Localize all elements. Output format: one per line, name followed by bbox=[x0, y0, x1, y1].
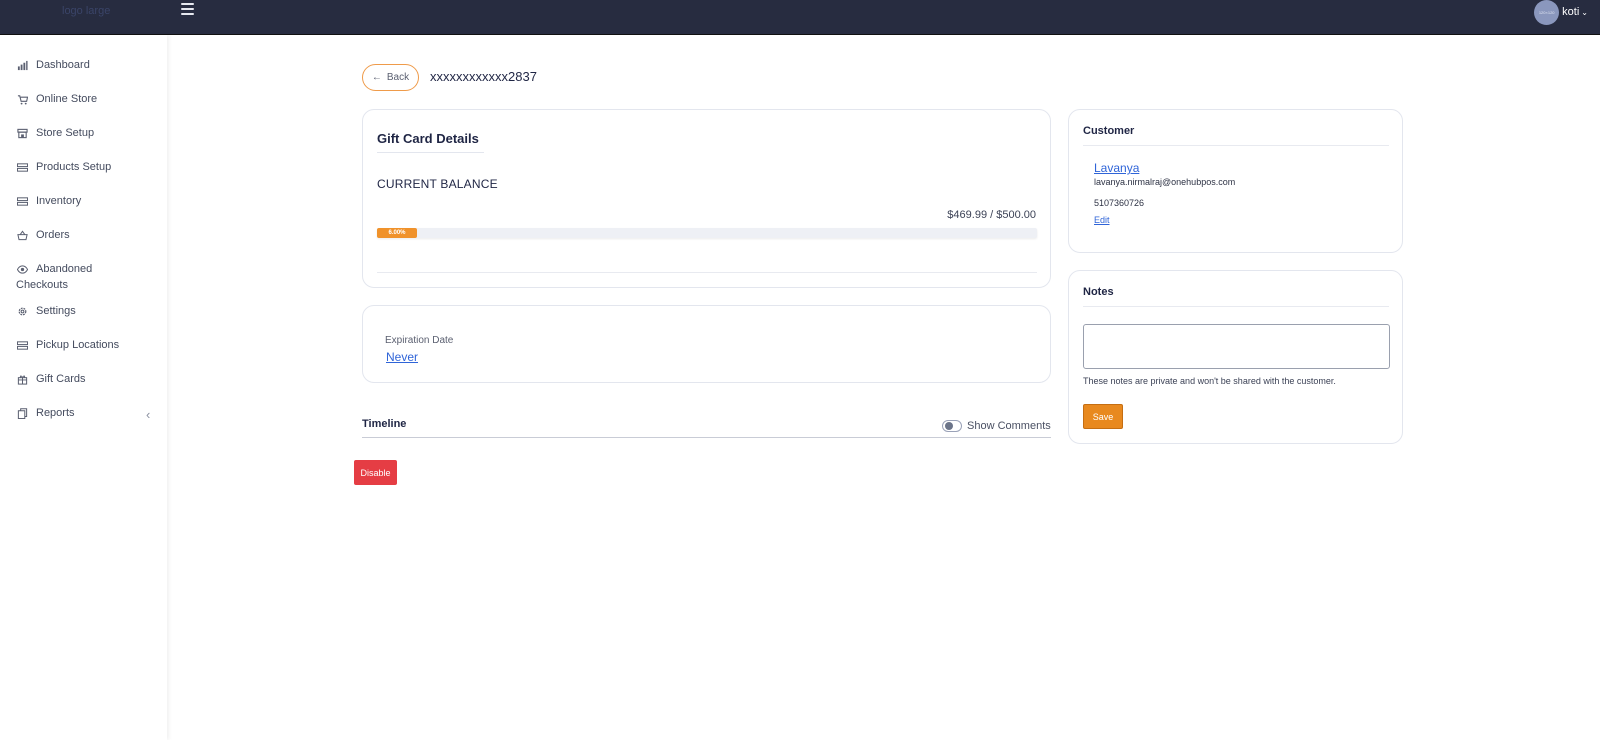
sidebar-item-label: Pickup Locations bbox=[36, 339, 120, 351]
store-icon bbox=[16, 127, 28, 139]
back-label: Back bbox=[386, 72, 410, 83]
sidebar-item-label: Online Store bbox=[36, 93, 98, 105]
customer-name-link[interactable]: Lavanya bbox=[1094, 161, 1139, 175]
hamburger-menu-icon[interactable] bbox=[181, 3, 195, 15]
sidebar-item-store-setup[interactable]: Store Setup bbox=[16, 127, 94, 139]
sidebar-item-label: Gift Cards bbox=[36, 373, 86, 385]
show-comments-label[interactable]: Show Comments bbox=[967, 420, 1051, 432]
server-icon bbox=[16, 339, 28, 351]
user-name: koti bbox=[1562, 6, 1580, 18]
sidebar-item-orders[interactable]: Orders bbox=[16, 229, 70, 241]
expiration-value-link[interactable]: Never bbox=[386, 350, 418, 364]
timeline-title: Timeline bbox=[362, 418, 407, 430]
balance-progress-fill: 6.00% bbox=[377, 228, 417, 238]
user-menu[interactable]: 120×120 koti ⌄ bbox=[1534, 0, 1588, 25]
sidebar-item-dashboard[interactable]: Dashboard bbox=[16, 59, 90, 71]
sidebar-item-gift-cards[interactable]: Gift Cards bbox=[16, 373, 86, 385]
expiration-card: Expiration Date Never bbox=[362, 305, 1051, 383]
notes-card: Notes These notes are private and won't … bbox=[1068, 270, 1403, 444]
avatar: 120×120 bbox=[1534, 0, 1560, 25]
current-balance-label: CURRENT BALANCE bbox=[377, 177, 498, 191]
logo: logo large bbox=[62, 5, 111, 17]
notes-textarea[interactable] bbox=[1083, 324, 1390, 369]
sidebar-item-label: Inventory bbox=[36, 195, 82, 207]
divider bbox=[1083, 145, 1389, 146]
page-title: xxxxxxxxxxxx2837 bbox=[430, 69, 537, 84]
balance-amount: $469.99 / $500.00 bbox=[947, 209, 1036, 221]
disable-button[interactable]: Disable bbox=[354, 460, 397, 485]
sidebar-item-label: Checkouts bbox=[16, 279, 68, 291]
sidebar-item-label: Store Setup bbox=[36, 127, 95, 139]
back-button[interactable]: ← Back bbox=[362, 64, 419, 91]
customer-card: Customer Lavanya lavanya.nirmalraj@onehu… bbox=[1068, 109, 1403, 253]
customer-email: lavanya.nirmalraj@onehubpos.com bbox=[1094, 177, 1236, 187]
balance-progress-bar: 6.00% bbox=[377, 228, 1037, 238]
sidebar-item-reports[interactable]: Reports bbox=[16, 407, 75, 419]
notes-hint: These notes are private and won't be sha… bbox=[1083, 376, 1336, 386]
sidebar-item-online-store[interactable]: Online Store bbox=[16, 93, 97, 105]
sidebar-item-label: Reports bbox=[36, 407, 75, 419]
divider bbox=[377, 272, 1037, 273]
eye-icon bbox=[16, 263, 28, 275]
sidebar-item-label: Settings bbox=[36, 305, 76, 317]
sidebar-item-products-setup[interactable]: Products Setup bbox=[16, 161, 111, 173]
divider bbox=[1083, 306, 1389, 307]
server-icon bbox=[16, 195, 28, 207]
chevron-left-icon[interactable]: ‹ bbox=[146, 407, 150, 422]
server-icon bbox=[16, 161, 28, 173]
sidebar-item-abandoned-checkouts[interactable]: Abandoned Checkouts bbox=[16, 263, 92, 291]
report-icon bbox=[16, 407, 28, 419]
edit-customer-link[interactable]: Edit bbox=[1094, 215, 1110, 225]
gift-icon bbox=[16, 373, 28, 385]
sidebar-item-label: Orders bbox=[36, 229, 70, 241]
gear-icon bbox=[16, 305, 28, 317]
cart-icon bbox=[16, 93, 28, 105]
customer-title: Customer bbox=[1083, 125, 1135, 137]
sidebar-item-label: Dashboard bbox=[36, 59, 90, 71]
bar-chart-icon bbox=[16, 59, 28, 71]
sidebar-item-label: Products Setup bbox=[36, 161, 112, 173]
sidebar-item-pickup-locations[interactable]: Pickup Locations bbox=[16, 339, 119, 351]
basket-icon bbox=[16, 229, 28, 241]
chevron-down-icon: ⌄ bbox=[1581, 7, 1588, 17]
divider bbox=[377, 152, 484, 153]
divider bbox=[362, 437, 1051, 438]
gift-card-details-card: Gift Card Details CURRENT BALANCE $469.9… bbox=[362, 109, 1051, 288]
top-bar: logo large 120×120 koti ⌄ bbox=[0, 0, 1600, 35]
save-button[interactable]: Save bbox=[1083, 404, 1123, 429]
sidebar-item-label: Abandoned bbox=[36, 263, 93, 275]
notes-title: Notes bbox=[1083, 286, 1114, 298]
customer-phone: 5107360726 bbox=[1094, 198, 1145, 208]
sidebar-item-inventory[interactable]: Inventory bbox=[16, 195, 81, 207]
show-comments-toggle[interactable] bbox=[942, 420, 962, 432]
sidebar: Dashboard Online Store Store Setup Produ… bbox=[0, 35, 167, 740]
sidebar-item-settings[interactable]: Settings bbox=[16, 305, 76, 317]
card-title: Gift Card Details bbox=[377, 131, 479, 146]
arrow-left-icon: ← bbox=[371, 72, 382, 83]
expiration-label: Expiration Date bbox=[385, 335, 454, 346]
